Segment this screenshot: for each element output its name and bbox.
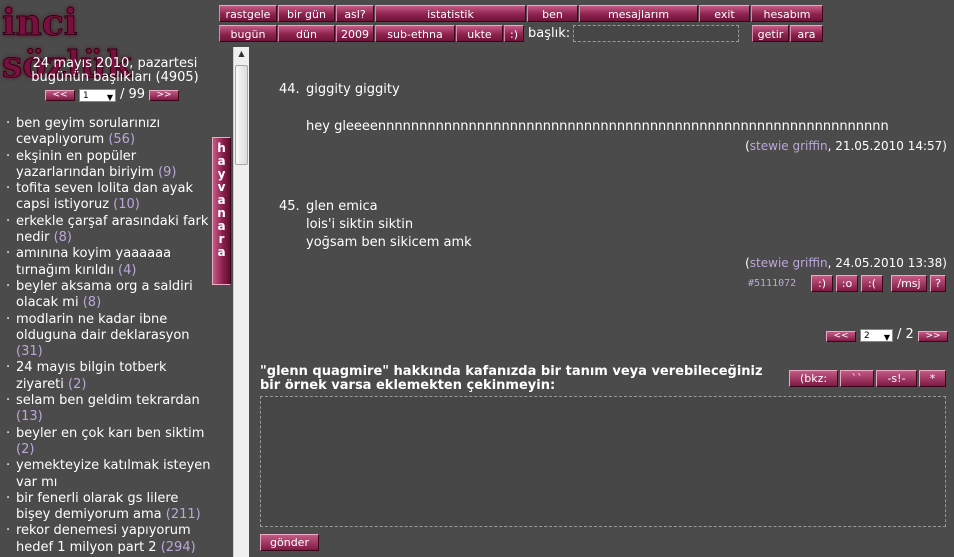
entry-line: lois'i siktin siktin: [306, 217, 414, 232]
nav-hesabim-button[interactable]: hesabım: [751, 5, 823, 22]
topics-total-pages: / 99: [120, 87, 146, 102]
send-message-button[interactable]: /msj: [891, 275, 927, 292]
bkz-button[interactable]: (bkz:: [789, 370, 838, 387]
entry-signature: (stewie griffin, 24.05.2010 13:38): [745, 256, 947, 270]
topic-item[interactable]: 24 mayıs bilgin totberk ziyareti (2): [6, 360, 211, 393]
backtick-button[interactable]: ``: [840, 370, 874, 387]
nav-bir-gun-button[interactable]: bir gün: [278, 5, 335, 22]
topic-item[interactable]: amınına koyim yaaaaaa tırnağım kırıldıı …: [6, 246, 211, 279]
vote-neutral-button[interactable]: :o: [836, 275, 858, 292]
nav-istatistik-button[interactable]: istatistik: [375, 5, 526, 22]
compose-prompt: "glenn quagmire" hakkında kafanızda bir …: [260, 364, 763, 393]
entry-title: giggity giggity: [306, 82, 400, 97]
getir-button[interactable]: getir: [752, 25, 789, 42]
current-date: 24 mayıs 2010, pazartesi: [32, 56, 198, 71]
hayvan-ara-tab[interactable]: hayvanara: [212, 137, 231, 285]
submit-entry-button[interactable]: gönder: [260, 534, 319, 551]
nav-2009-button[interactable]: 2009: [336, 25, 374, 42]
topics-page-select[interactable]: 1 ▼: [79, 89, 116, 102]
ara-button[interactable]: ara: [790, 25, 823, 42]
topic-item[interactable]: beyler aksama org a saldiri olacak mi (8…: [6, 279, 211, 312]
topic-item[interactable]: yemekteyize katılmak isteyen var mı: [6, 458, 211, 491]
topic-item[interactable]: ekşinin en popüler yazarlarından biriyim…: [6, 149, 211, 182]
topics-prev-page-button[interactable]: <<: [45, 90, 75, 101]
nav-mesajlarim-button[interactable]: mesajlarım: [579, 5, 698, 22]
entries-next-page-button[interactable]: >>: [918, 331, 948, 342]
topic-list: ben geyim sorularınızı cevaplıyorum (56)…: [6, 116, 211, 556]
entries-page-select[interactable]: 2 ▼: [860, 329, 893, 342]
entry-number: 44.: [279, 82, 300, 97]
help-button[interactable]: ?: [930, 275, 946, 292]
entries-total-pages: / 2: [897, 327, 914, 342]
scroll-up-icon[interactable]: ▲: [234, 47, 249, 61]
entry-author-link[interactable]: stewie griffin: [750, 139, 828, 153]
nav-sub-ethna-button[interactable]: sub-ethna: [375, 25, 455, 42]
site-logo[interactable]: inci sözlük: [2, 2, 214, 87]
nav-smiley-button[interactable]: :): [504, 25, 524, 42]
topic-item[interactable]: modlarin ne kadar ibne olduguna dair dek…: [6, 312, 211, 361]
scrollbar-thumb[interactable]: [235, 65, 248, 165]
spoiler-button[interactable]: -s!-: [876, 370, 917, 387]
nav-bugun-button[interactable]: bugün: [219, 25, 277, 42]
chevron-down-icon: ▼: [883, 333, 890, 342]
vote-sad-button[interactable]: :(: [861, 275, 883, 292]
topic-item[interactable]: ben geyim sorularınızı cevaplıyorum (56): [6, 116, 211, 149]
entry-line: yoğsam ben sikicem amk: [306, 235, 472, 250]
baslik-label: başlık:: [528, 26, 571, 41]
nav-ukte-button[interactable]: ukte: [456, 25, 503, 42]
nav-dun-button[interactable]: dün: [278, 25, 335, 42]
entry-number: 45.: [279, 199, 300, 214]
side-tab-label: hayvanara: [217, 141, 226, 259]
chevron-down-icon: ▼: [106, 93, 113, 102]
entries-prev-page-button[interactable]: <<: [826, 331, 856, 342]
vote-smile-button[interactable]: :): [811, 275, 833, 292]
topic-item[interactable]: bir fenerli olarak gs lilere bişey demiy…: [6, 491, 211, 524]
nav-rastgele-button[interactable]: rastgele: [219, 5, 277, 22]
baslik-search-input[interactable]: [573, 25, 739, 42]
nav-ben-button[interactable]: ben: [527, 5, 578, 22]
entry-author-link[interactable]: stewie griffin: [750, 256, 828, 270]
nav-asl-button[interactable]: asl?: [336, 5, 374, 22]
entry-textarea[interactable]: [260, 396, 946, 527]
topic-list-scrollbar[interactable]: ▲: [233, 47, 249, 557]
entry-signature: (stewie griffin, 21.05.2010 14:57): [745, 139, 947, 153]
entry-line: glen emica: [306, 199, 378, 214]
topics-next-page-button[interactable]: >>: [149, 90, 179, 101]
topic-item[interactable]: beyler en çok karı ben siktim (2): [6, 426, 211, 459]
entry-id-link[interactable]: #5111072: [748, 277, 796, 291]
asterisk-button[interactable]: *: [919, 370, 946, 387]
nav-exit-button[interactable]: exit: [699, 5, 750, 22]
todays-topics-count: bugünün başlıkları (4905): [31, 70, 199, 85]
topic-item[interactable]: selam ben geldim tekrardan (13): [6, 393, 211, 426]
topic-item[interactable]: erkekle çarşaf arasındaki fark nedir (8): [6, 214, 211, 247]
topic-item[interactable]: tofita seven lolita dan ayak capsi istiy…: [6, 181, 211, 214]
topic-item[interactable]: rekor denemesi yapıyorum hedef 1 milyon …: [6, 523, 211, 556]
entry-body: hey gleeeennnnnnnnnnnnnnnnnnnnnnnnnnnnnn…: [306, 119, 889, 134]
left-date-header: 24 mayıs 2010, pazartesi bugünün başlıkl…: [0, 57, 230, 85]
